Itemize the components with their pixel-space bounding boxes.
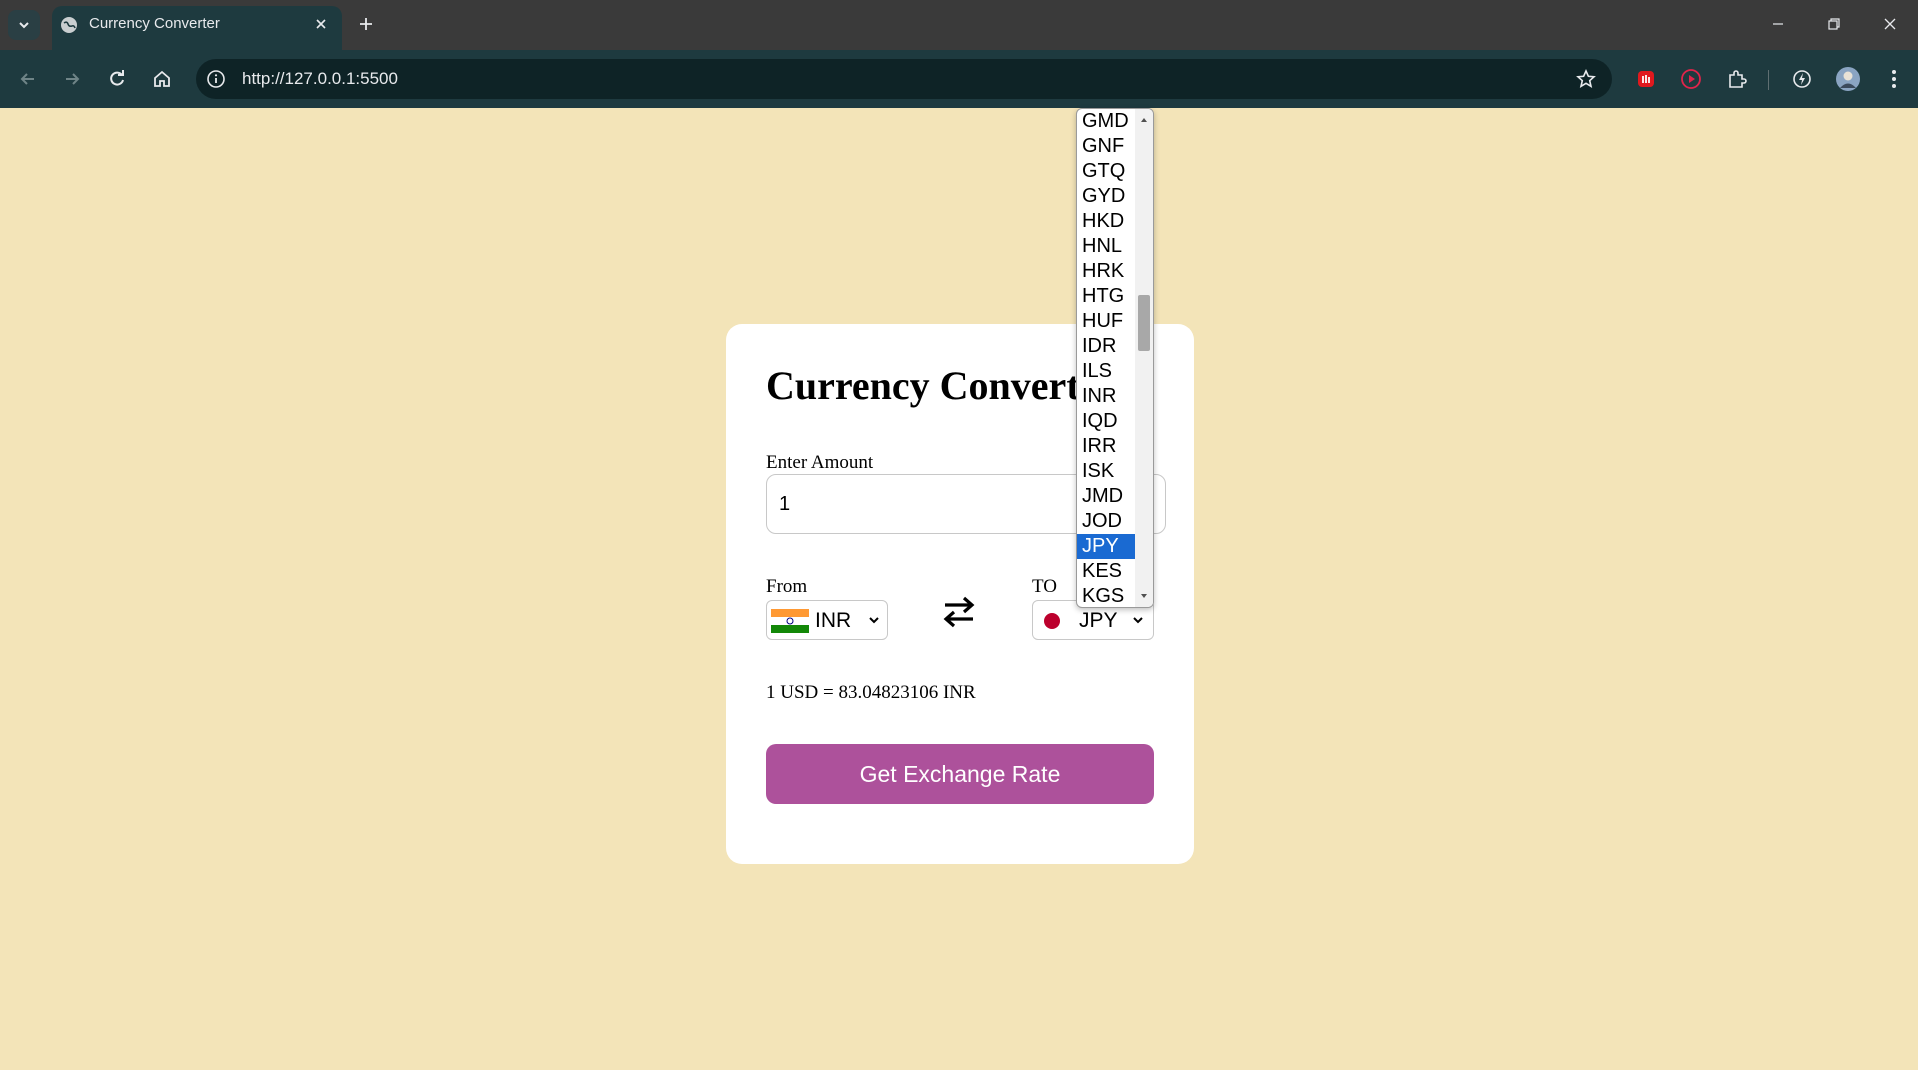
new-tab-button[interactable] bbox=[354, 12, 378, 36]
dropdown-option[interactable]: GNF bbox=[1077, 134, 1135, 159]
dropdown-option[interactable]: JMD bbox=[1077, 484, 1135, 509]
dropdown-option[interactable]: GYD bbox=[1077, 184, 1135, 209]
to-currency-value: JPY bbox=[1079, 609, 1118, 632]
to-label: TO bbox=[1032, 576, 1057, 597]
tab-title: Currency Converter bbox=[89, 15, 220, 32]
play-circle-icon bbox=[1681, 69, 1701, 89]
dropdown-option[interactable]: JPY bbox=[1077, 534, 1135, 559]
amount-label: Enter Amount bbox=[766, 452, 874, 473]
bookmark-button[interactable] bbox=[1574, 67, 1598, 91]
reload-icon bbox=[110, 70, 124, 86]
from-currency-value: INR bbox=[815, 609, 852, 632]
star-icon bbox=[1576, 69, 1596, 88]
dropdown-option[interactable]: KGS bbox=[1077, 584, 1135, 607]
swap-arrows-icon[interactable] bbox=[941, 592, 977, 632]
close-icon bbox=[1884, 18, 1896, 30]
dropdown-option[interactable]: HKD bbox=[1077, 209, 1135, 234]
close-window-button[interactable] bbox=[1870, 8, 1910, 40]
india-flag-icon bbox=[771, 609, 809, 633]
dropdown-option[interactable]: GTQ bbox=[1077, 159, 1135, 184]
chevron-down-icon bbox=[1133, 617, 1143, 624]
dropdown-option[interactable]: HTG bbox=[1077, 284, 1135, 309]
minimize-icon bbox=[1773, 23, 1783, 25]
arrow-right-icon bbox=[66, 73, 80, 85]
home-icon bbox=[154, 70, 170, 87]
site-info-button[interactable] bbox=[204, 67, 228, 91]
profile-avatar[interactable] bbox=[1832, 63, 1864, 95]
browser-tab-bar: Currency Converter bbox=[0, 0, 1918, 50]
dropdown-option[interactable]: JOD bbox=[1077, 509, 1135, 534]
tab-close-button[interactable] bbox=[310, 13, 332, 35]
info-icon bbox=[207, 70, 225, 88]
hand-extension-icon bbox=[1638, 71, 1654, 87]
dropdown-option[interactable]: ILS bbox=[1077, 359, 1135, 384]
dropdown-option[interactable]: HRK bbox=[1077, 259, 1135, 284]
restore-button[interactable] bbox=[1814, 8, 1854, 40]
scroll-down-arrow-icon[interactable] bbox=[1139, 591, 1149, 601]
dropdown-option[interactable]: ISK bbox=[1077, 459, 1135, 484]
dropdown-option[interactable]: KES bbox=[1077, 559, 1135, 584]
from-label: From bbox=[766, 576, 808, 597]
chevron-down-icon bbox=[869, 617, 879, 624]
exchange-rate-message: 1 USD = 83.04823106 INR bbox=[766, 682, 976, 703]
get-exchange-rate-button[interactable]: Get Exchange Rate bbox=[766, 744, 1154, 804]
avatar-icon bbox=[1836, 67, 1860, 91]
dropdown-option[interactable]: IRR bbox=[1077, 434, 1135, 459]
dropdown-option[interactable]: IDR bbox=[1077, 334, 1135, 359]
from-currency-select[interactable]: INR bbox=[766, 600, 888, 640]
toolbar-divider bbox=[1768, 70, 1769, 90]
browser-menu-button[interactable] bbox=[1878, 63, 1910, 95]
back-button[interactable] bbox=[12, 63, 44, 95]
puzzle-icon bbox=[1729, 70, 1747, 88]
home-button[interactable] bbox=[146, 63, 178, 95]
currency-dropdown-list[interactable]: GMD GNF GTQ GYD HKD HNL HRK HTG HUF IDR ILS INR IQD I… bbox=[1076, 108, 1154, 608]
extension-red-button[interactable] bbox=[1630, 63, 1662, 95]
extension-play-button[interactable] bbox=[1675, 63, 1707, 95]
forward-button[interactable] bbox=[56, 63, 88, 95]
performance-button[interactable] bbox=[1786, 63, 1818, 95]
minimize-button[interactable] bbox=[1758, 8, 1798, 40]
globe-icon bbox=[61, 17, 77, 33]
restore-icon bbox=[1828, 18, 1840, 30]
browser-toolbar: http://127.0.0.1:5500 bbox=[0, 50, 1918, 108]
dropdown-option[interactable]: IQD bbox=[1077, 409, 1135, 434]
extensions-button[interactable] bbox=[1721, 63, 1753, 95]
page-title: Currency Converter bbox=[766, 363, 1116, 408]
scrollbar-thumb[interactable] bbox=[1138, 295, 1150, 351]
url-text: http://127.0.0.1:5500 bbox=[242, 69, 398, 88]
dropdown-option[interactable]: GMD bbox=[1077, 109, 1135, 134]
plus-icon bbox=[360, 18, 372, 30]
address-bar[interactable]: http://127.0.0.1:5500 bbox=[196, 59, 1612, 99]
dropdown-scrollbar[interactable] bbox=[1135, 109, 1153, 607]
dropdown-option[interactable]: INR bbox=[1077, 384, 1135, 409]
dropdown-option[interactable]: HNL bbox=[1077, 234, 1135, 259]
reload-button[interactable] bbox=[101, 63, 133, 95]
speed-icon bbox=[1793, 70, 1811, 88]
tab-search-button[interactable] bbox=[8, 10, 40, 40]
scroll-up-arrow-icon[interactable] bbox=[1139, 115, 1149, 125]
japan-flag-icon bbox=[1044, 613, 1060, 629]
arrow-left-icon bbox=[20, 73, 34, 85]
dropdown-options: GMD GNF GTQ GYD HKD HNL HRK HTG HUF IDR ILS INR IQD I… bbox=[1077, 109, 1135, 607]
dropdown-option[interactable]: HUF bbox=[1077, 309, 1135, 334]
close-icon bbox=[316, 19, 326, 29]
chevron-down-icon bbox=[19, 22, 29, 29]
kebab-menu-icon bbox=[1892, 70, 1896, 88]
